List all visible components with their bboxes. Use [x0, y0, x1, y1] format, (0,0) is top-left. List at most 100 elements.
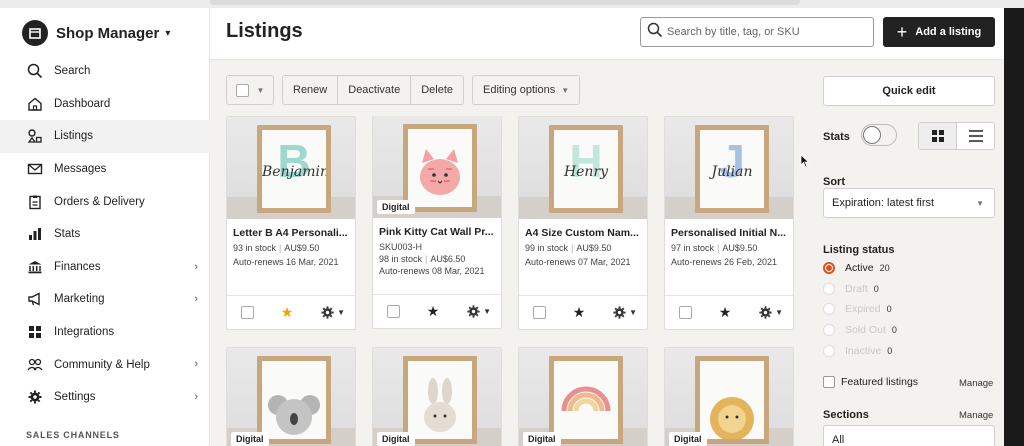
manage-featured-link[interactable]: Manage: [959, 378, 993, 389]
listing-thumbnail[interactable]: J Julian: [665, 117, 793, 219]
bulk-toolbar: ▼ Renew Deactivate Delete Editing option…: [226, 75, 581, 105]
sidebar-item-finances[interactable]: Finances ›: [0, 251, 210, 284]
sidebar-item-settings[interactable]: Settings ›: [0, 381, 210, 414]
select-all-checkbox[interactable]: [235, 83, 249, 97]
listing-settings-menu[interactable]: ▼: [320, 305, 345, 320]
featured-listings-filter[interactable]: Featured listings: [823, 376, 918, 388]
meta-separator: |: [279, 243, 282, 253]
listing-card[interactable]: Digital: [226, 347, 356, 446]
radio-dot[interactable]: [823, 303, 835, 316]
listing-card[interactable]: Digital: [664, 347, 794, 446]
sidebar-item-marketing[interactable]: Marketing ›: [0, 283, 210, 316]
radio-dot[interactable]: [823, 324, 835, 337]
sort-select[interactable]: Expiration: latest first ▼: [823, 188, 995, 218]
listing-card-footer: ★ ▼: [665, 295, 793, 329]
add-listing-button[interactable]: + Add a listing: [883, 17, 995, 47]
stats-toggle[interactable]: [861, 124, 897, 146]
sidebar-item-integrations[interactable]: Integrations: [0, 316, 210, 349]
shop-manager-menu[interactable]: Shop Manager ▾: [22, 20, 170, 46]
listing-card-footer: ★ ▼: [519, 295, 647, 329]
status-name: Inactive: [845, 344, 882, 357]
gear-icon: [321, 306, 334, 319]
manage-sections-link[interactable]: Manage: [959, 410, 993, 421]
status-name: Sold Out: [845, 324, 886, 337]
listing-search[interactable]: [640, 17, 874, 47]
digital-badge: Digital: [669, 432, 707, 446]
status-draft-radio[interactable]: Draft 0: [823, 279, 897, 300]
listing-title[interactable]: Letter B A4 Personali...: [233, 227, 353, 239]
sidebar-item-orders[interactable]: Orders & Delivery: [0, 185, 210, 218]
listing-stock: 98 in stock: [379, 254, 423, 264]
radio-dot[interactable]: [823, 282, 835, 295]
listing-thumbnail[interactable]: Digital: [519, 348, 647, 446]
renew-button[interactable]: Renew: [283, 76, 339, 104]
listing-thumbnail[interactable]: H Henry: [519, 117, 647, 219]
listing-price: AU$9.50: [576, 243, 612, 253]
listing-checkbox[interactable]: [679, 306, 692, 319]
star-icon[interactable]: ★: [719, 304, 732, 321]
sales-channels-heading: SALES CHANNELS: [26, 430, 120, 440]
status-inactive-radio[interactable]: Inactive 0: [823, 340, 897, 361]
listing-card[interactable]: Digital: [518, 347, 648, 446]
status-expired-radio[interactable]: Expired 0: [823, 299, 897, 320]
search-input[interactable]: [667, 26, 867, 38]
sections-select[interactable]: All: [823, 425, 995, 446]
listing-card[interactable]: B Benjamin Letter B A4 Personali... 93 i…: [226, 116, 356, 330]
sidebar-item-listings[interactable]: Listings: [0, 120, 210, 153]
listing-card[interactable]: J Julian Personalised Initial N... 97 in…: [664, 116, 794, 330]
sidebar-item-search[interactable]: Search: [0, 55, 210, 88]
sidebar-item-community[interactable]: Community & Help ›: [0, 348, 210, 381]
listing-card[interactable]: Digital: [372, 347, 502, 446]
status-count: 0: [887, 345, 893, 356]
sidebar-item-messages[interactable]: Messages: [0, 153, 210, 186]
star-icon[interactable]: ★: [281, 304, 294, 321]
listing-settings-menu[interactable]: ▼: [466, 304, 491, 319]
star-icon[interactable]: ★: [427, 303, 440, 320]
listing-card[interactable]: H Henry A4 Size Custom Nam... 99 in stoc…: [518, 116, 648, 330]
listing-title[interactable]: Pink Kitty Cat Wall Pr...: [379, 226, 499, 238]
editing-options-label: Editing options: [483, 84, 556, 96]
listing-title[interactable]: Personalised Initial N...: [671, 227, 791, 239]
sidebar-item-dashboard[interactable]: Dashboard: [0, 88, 210, 121]
print-mat: B Benjamin: [262, 130, 326, 208]
delete-button[interactable]: Delete: [411, 76, 463, 104]
listing-thumbnail[interactable]: B Benjamin: [227, 117, 355, 219]
quick-edit-button[interactable]: Quick edit: [823, 76, 995, 106]
listing-thumbnail[interactable]: Digital: [373, 348, 501, 446]
digital-badge: Digital: [523, 432, 561, 446]
print-mat: [408, 361, 472, 439]
status-radio-group: Active 20 Draft 0 Expired 0 Sold Out 0 Inact…: [823, 258, 897, 361]
print-name: Henry: [563, 164, 609, 180]
status-sold-out-radio[interactable]: Sold Out 0: [823, 320, 897, 341]
grid-view-button[interactable]: [919, 123, 957, 149]
listing-stock: 97 in stock: [671, 243, 715, 253]
featured-checkbox[interactable]: [823, 376, 835, 388]
status-active-radio[interactable]: Active 20: [823, 258, 897, 279]
star-icon[interactable]: ★: [573, 304, 586, 321]
listing-thumbnail[interactable]: Digital: [665, 348, 793, 446]
radio-dot[interactable]: [823, 262, 835, 275]
status-count: 0: [873, 283, 879, 294]
listing-stock-price: 98 in stock | AU$6.50: [379, 254, 499, 264]
list-view-icon: [968, 130, 983, 142]
app-window: Shop Manager ▾ Search Dashboard Listings…: [0, 8, 1004, 446]
listing-thumbnail[interactable]: Digital: [227, 348, 355, 446]
list-view-button[interactable]: [957, 123, 994, 149]
editing-options-dropdown[interactable]: Editing options ▼: [472, 75, 581, 105]
listing-checkbox[interactable]: [241, 306, 254, 319]
listing-checkbox[interactable]: [533, 306, 546, 319]
listing-card[interactable]: Digital Pink Kitty Cat Wall Pr... SKU003…: [372, 116, 502, 329]
deactivate-button[interactable]: Deactivate: [338, 76, 412, 104]
sidebar-item-label: Community & Help: [54, 358, 150, 371]
select-all-dropdown[interactable]: ▼: [226, 75, 274, 105]
radio-dot[interactable]: [823, 344, 835, 357]
listing-thumbnail[interactable]: Digital: [373, 116, 501, 218]
sidebar-item-stats[interactable]: Stats: [0, 218, 210, 251]
main-content: Listings + Add a listing ▼ Renew Deactiv…: [210, 8, 1004, 446]
listing-title[interactable]: A4 Size Custom Nam...: [525, 227, 645, 239]
listing-settings-menu[interactable]: ▼: [758, 305, 783, 320]
listing-checkbox[interactable]: [387, 305, 400, 318]
listing-settings-menu[interactable]: ▼: [612, 305, 637, 320]
gear-icon: [759, 306, 772, 319]
print-mat: [554, 361, 618, 439]
